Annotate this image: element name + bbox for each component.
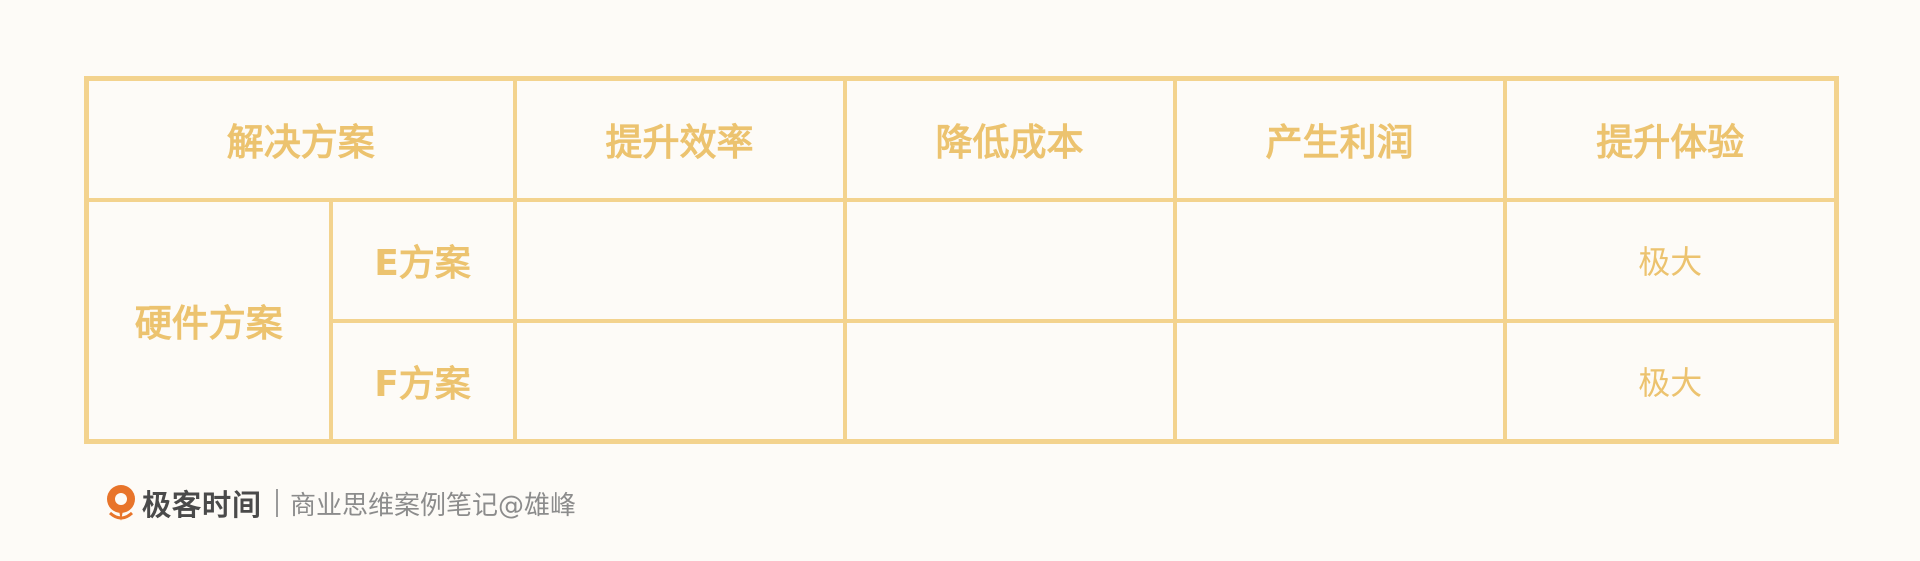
- cell-f-profit: [1172, 318, 1507, 444]
- cell-e-cost: [842, 197, 1177, 323]
- row-label-f: F方案: [328, 318, 517, 444]
- header-efficiency: 提升效率: [512, 76, 847, 202]
- comparison-table: 解决方案 提升效率 降低成本 产生利润 提升体验 硬件方案 E方案 极大 F方案…: [84, 76, 1839, 444]
- footer: 极客时间 商业思维案例笔记@雄峰: [104, 480, 576, 526]
- group-label-hardware: 硬件方案: [84, 197, 333, 444]
- header-cost: 降低成本: [842, 76, 1177, 202]
- footer-divider: [276, 489, 279, 517]
- table-row: F方案 极大: [87, 318, 1839, 444]
- cell-f-cost: [842, 318, 1177, 444]
- header-experience: 提升体验: [1502, 76, 1839, 202]
- cell-f-efficiency: [512, 318, 847, 444]
- header-solution: 解决方案: [84, 76, 517, 202]
- row-label-e: E方案: [328, 197, 517, 323]
- table-header-row: 解决方案 提升效率 降低成本 产生利润 提升体验: [84, 76, 1839, 202]
- cell-e-profit: [1172, 197, 1507, 323]
- page: 解决方案 提升效率 降低成本 产生利润 提升体验 硬件方案 E方案 极大 F方案…: [0, 0, 1920, 561]
- cell-f-experience: 极大: [1502, 318, 1839, 444]
- cell-e-efficiency: [512, 197, 847, 323]
- cell-e-experience: 极大: [1502, 197, 1839, 323]
- header-profit: 产生利润: [1172, 76, 1507, 202]
- table-row: 硬件方案 E方案 极大: [84, 197, 1839, 444]
- geektime-logo-icon: [104, 483, 138, 523]
- brand-name: 极客时间: [142, 488, 263, 522]
- footer-credit: 商业思维案例笔记@雄峰: [290, 490, 577, 521]
